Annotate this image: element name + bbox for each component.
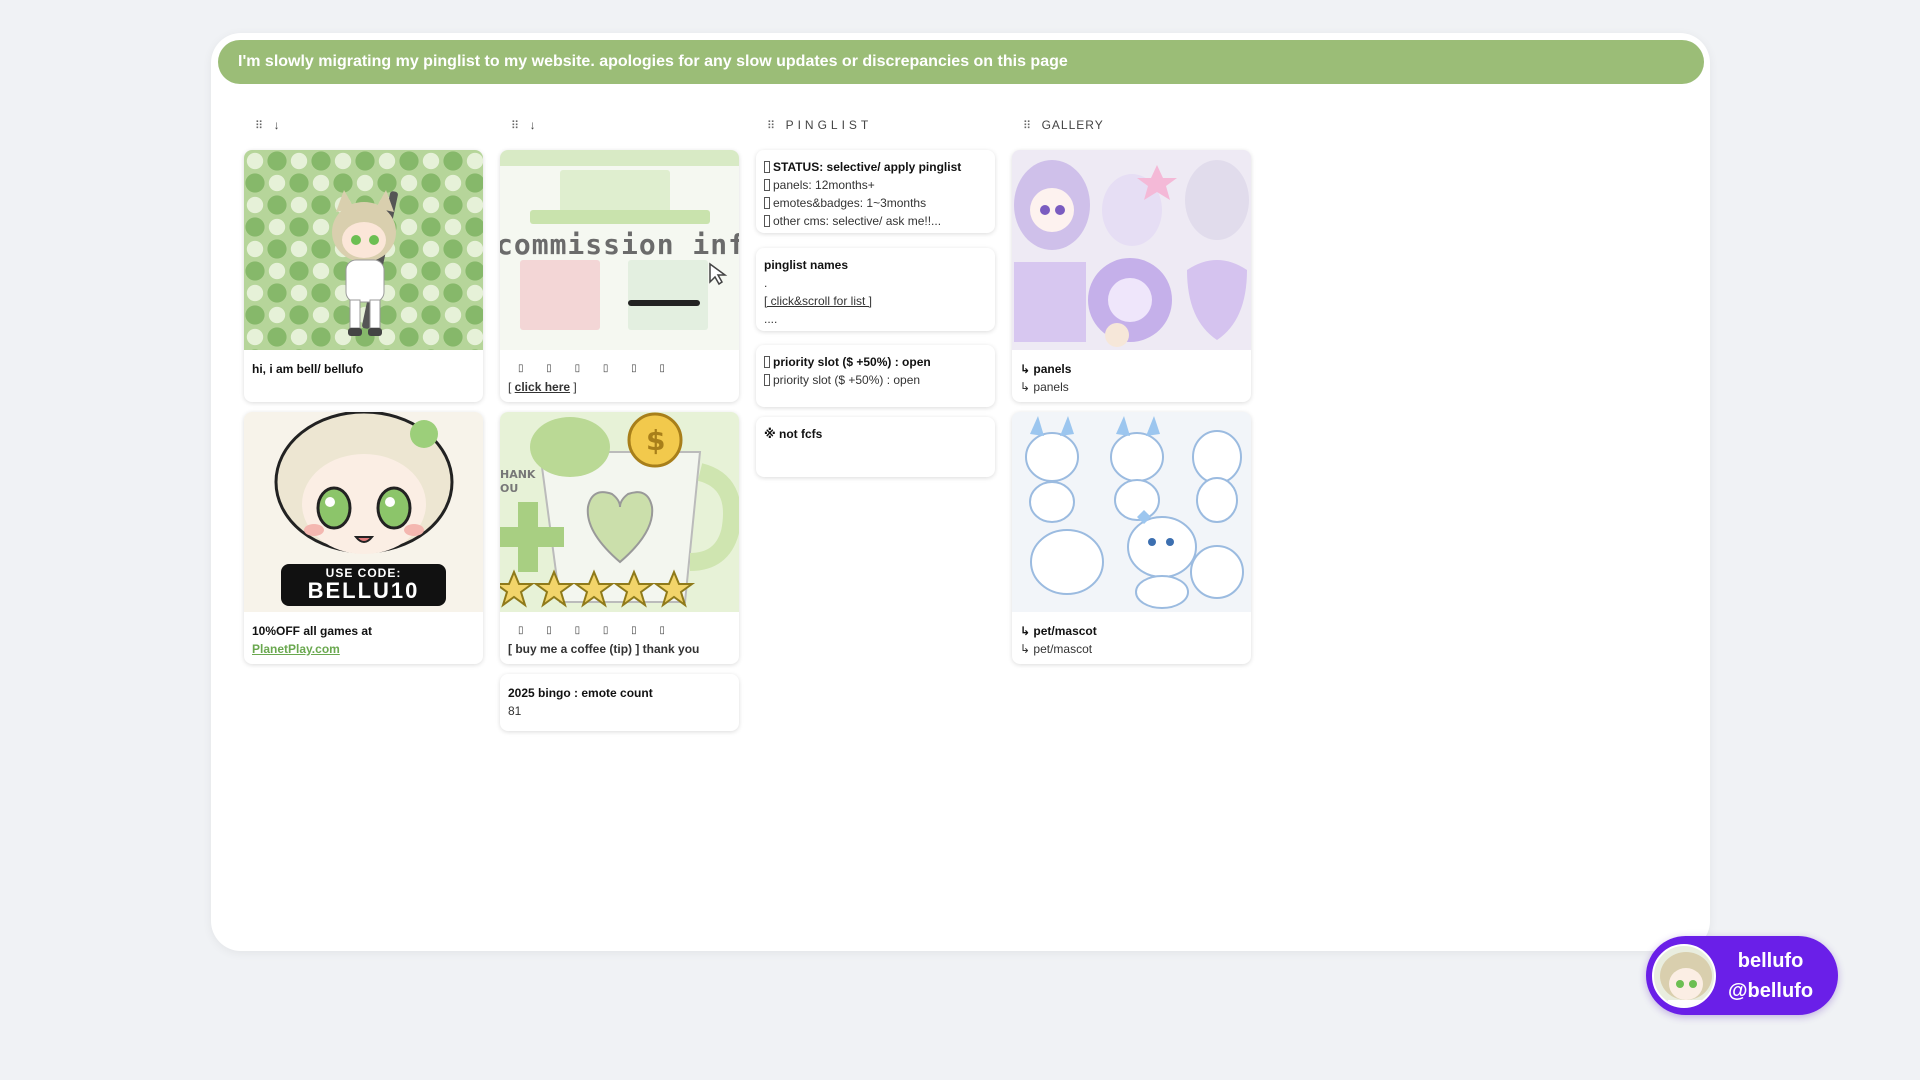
- card-title: 10%OFF all games at: [252, 624, 373, 638]
- profile-badge[interactable]: bellufo @bellufo: [1646, 936, 1838, 1015]
- status-card[interactable]: STATUS: selective/ apply pinglist panels…: [756, 150, 995, 233]
- checkbox-icon: [764, 179, 770, 191]
- column-title: PINGLIST: [785, 118, 873, 132]
- sheet-block: [530, 210, 710, 224]
- profile-names: bellufo @bellufo: [1728, 946, 1813, 1006]
- icon-row: ▯ ▯ ▯ ▯ ▯ ▯: [518, 363, 675, 374]
- status-line-text: other cms: selective/ ask me!!...: [773, 214, 942, 228]
- intro-card[interactable]: hi, i am bell/ bellufo: [244, 150, 483, 402]
- announcement-banner: I'm slowly migrating my pinglist to my w…: [218, 40, 1704, 84]
- board-container: I'm slowly migrating my pinglist to my w…: [211, 33, 1710, 951]
- commission-card[interactable]: commission info ▯ ▯ ▯ ▯ ▯ ▯ [ click here…: [500, 150, 739, 402]
- panels-artwork-image: [1012, 150, 1251, 350]
- column-title: GALLERY: [1041, 118, 1104, 132]
- sort-arrow-icon[interactable]: ↓: [274, 118, 281, 132]
- card-title: ↳ pet/mascot: [1020, 624, 1097, 638]
- card-title: 2025 bingo : emote count: [508, 686, 653, 700]
- checkbox-icon: [764, 161, 770, 173]
- coffee-cup-icon: $ HANK OU: [500, 412, 739, 608]
- drag-handle-icon[interactable]: ⠿: [767, 119, 776, 132]
- coffee-tip-link[interactable]: [ buy me a coffee (tip) ] thank you: [508, 640, 731, 658]
- thank-you-text: HANK: [500, 468, 536, 481]
- priority-title: priority slot ($ +50%) : open: [764, 353, 987, 371]
- cursor-pointer-icon: [709, 262, 728, 286]
- checkbox-icon: [764, 356, 770, 368]
- card-title: ↳ panels: [1020, 362, 1072, 376]
- checkbox-icon: [764, 197, 770, 209]
- avatar-face-icon: [1660, 951, 1712, 1006]
- column-header-1[interactable]: ⠿ ↓: [255, 116, 280, 134]
- sheet-block: [628, 260, 708, 330]
- coffee-card[interactable]: $ HANK OU ▯ ▯ ▯ ▯ ▯ ▯ [ buy me a coffee …: [500, 412, 739, 664]
- card-subtitle: ↳ pet/mascot: [1020, 642, 1093, 656]
- commission-sheet-image: commission info: [500, 150, 739, 350]
- status-line-text: panels: 12months+: [773, 178, 875, 192]
- card-title: hi, i am bell/ bellufo: [252, 362, 364, 376]
- emote-count-value: 81: [508, 704, 522, 718]
- coffee-tip-image: $ HANK OU: [500, 412, 739, 612]
- chibi-face-icon: [274, 412, 454, 554]
- sheet-block: [628, 300, 700, 306]
- priority-line-text: priority slot ($ +50%) : open: [773, 373, 921, 387]
- priority-title-text: priority slot ($ +50%) : open: [773, 355, 931, 369]
- not-fcfs-card[interactable]: ※ not fcfs: [756, 417, 995, 477]
- bingo-card[interactable]: 2025 bingo : emote count 81: [500, 674, 739, 731]
- card-title: ※ not fcfs: [764, 427, 823, 441]
- pet-mascot-artwork-image: [1012, 412, 1251, 612]
- column-header-pinglist[interactable]: ⠿ PINGLIST: [767, 116, 872, 134]
- status-title: STATUS: selective/ apply pinglist: [764, 158, 987, 176]
- dots-line: .: [764, 276, 768, 290]
- avatar-artwork-image: [244, 150, 483, 350]
- sheet-block: [520, 260, 600, 330]
- status-line: panels: 12months+: [764, 176, 987, 194]
- drag-handle-icon[interactable]: ⠿: [255, 119, 264, 132]
- pet-mascot-collage-icon: [1012, 412, 1251, 612]
- bracket-close: ]: [570, 380, 577, 394]
- column-header-2[interactable]: ⠿ ↓: [511, 116, 536, 134]
- chibi-character-icon: [332, 190, 398, 336]
- drag-handle-icon[interactable]: ⠿: [1023, 119, 1032, 132]
- planetplay-link[interactable]: PlanetPlay.com: [252, 640, 475, 658]
- svg-text:OU: OU: [500, 482, 518, 495]
- column-header-gallery[interactable]: ⠿ GALLERY: [1023, 116, 1104, 134]
- bracket-open: [: [508, 380, 515, 394]
- promo-code-badge: USE CODE: BELLU10: [281, 564, 446, 606]
- sheet-header-bar: [500, 150, 739, 166]
- checkbox-icon: [764, 374, 770, 386]
- commission-link-row: [ click here ]: [508, 378, 731, 396]
- dots-line: ....: [764, 312, 778, 326]
- profile-handle: @bellufo: [1728, 979, 1814, 1002]
- promo-artwork-image: USE CODE: BELLU10: [244, 412, 483, 612]
- priority-line: priority slot ($ +50%) : open: [764, 371, 987, 389]
- commission-info-heading: commission info: [500, 228, 739, 261]
- card-subtitle: ↳ panels: [1020, 380, 1069, 394]
- avatar: [1652, 943, 1716, 1008]
- sort-arrow-icon[interactable]: ↓: [530, 118, 537, 132]
- checkbox-icon: [764, 215, 770, 227]
- gallery-pet-card[interactable]: ↳ pet/mascot ↳ pet/mascot: [1012, 412, 1251, 664]
- status-line-text: emotes&badges: 1~3months: [773, 196, 927, 210]
- drag-handle-icon[interactable]: ⠿: [511, 119, 520, 132]
- status-title-text: STATUS: selective/ apply pinglist: [773, 160, 962, 174]
- status-line: other cms: selective/ ask me!!...: [764, 212, 987, 230]
- pinglist-names-card[interactable]: pinglist names . [ click&scroll for list…: [756, 248, 995, 331]
- panels-collage-icon: [1012, 150, 1251, 350]
- profile-name: bellufo: [1737, 949, 1804, 972]
- card-title: pinglist names: [764, 258, 849, 272]
- icon-row: ▯ ▯ ▯ ▯ ▯ ▯: [518, 625, 675, 636]
- click-here-link[interactable]: click here: [515, 380, 570, 394]
- scroll-list-link[interactable]: [ click&scroll for list ]: [764, 292, 987, 310]
- svg-text:$: $: [646, 424, 665, 457]
- promo-card[interactable]: USE CODE: BELLU10 10%OFF all games at Pl…: [244, 412, 483, 664]
- promo-code-value: BELLU10: [307, 578, 420, 603]
- status-line: emotes&badges: 1~3months: [764, 194, 987, 212]
- priority-slot-card[interactable]: priority slot ($ +50%) : open priority s…: [756, 345, 995, 407]
- gallery-panels-card[interactable]: ↳ panels ↳ panels: [1012, 150, 1251, 402]
